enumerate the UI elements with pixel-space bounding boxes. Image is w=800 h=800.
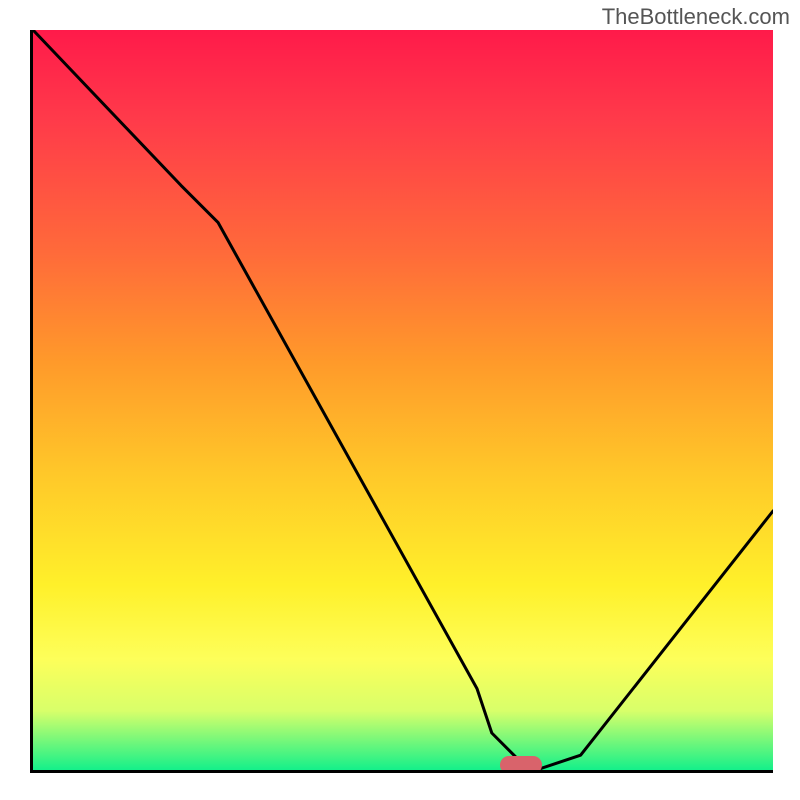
chart-optimum-marker bbox=[500, 756, 542, 773]
chart-line-curve bbox=[33, 30, 773, 770]
watermark-text: TheBottleneck.com bbox=[602, 4, 790, 30]
chart-plot-area bbox=[30, 30, 773, 773]
